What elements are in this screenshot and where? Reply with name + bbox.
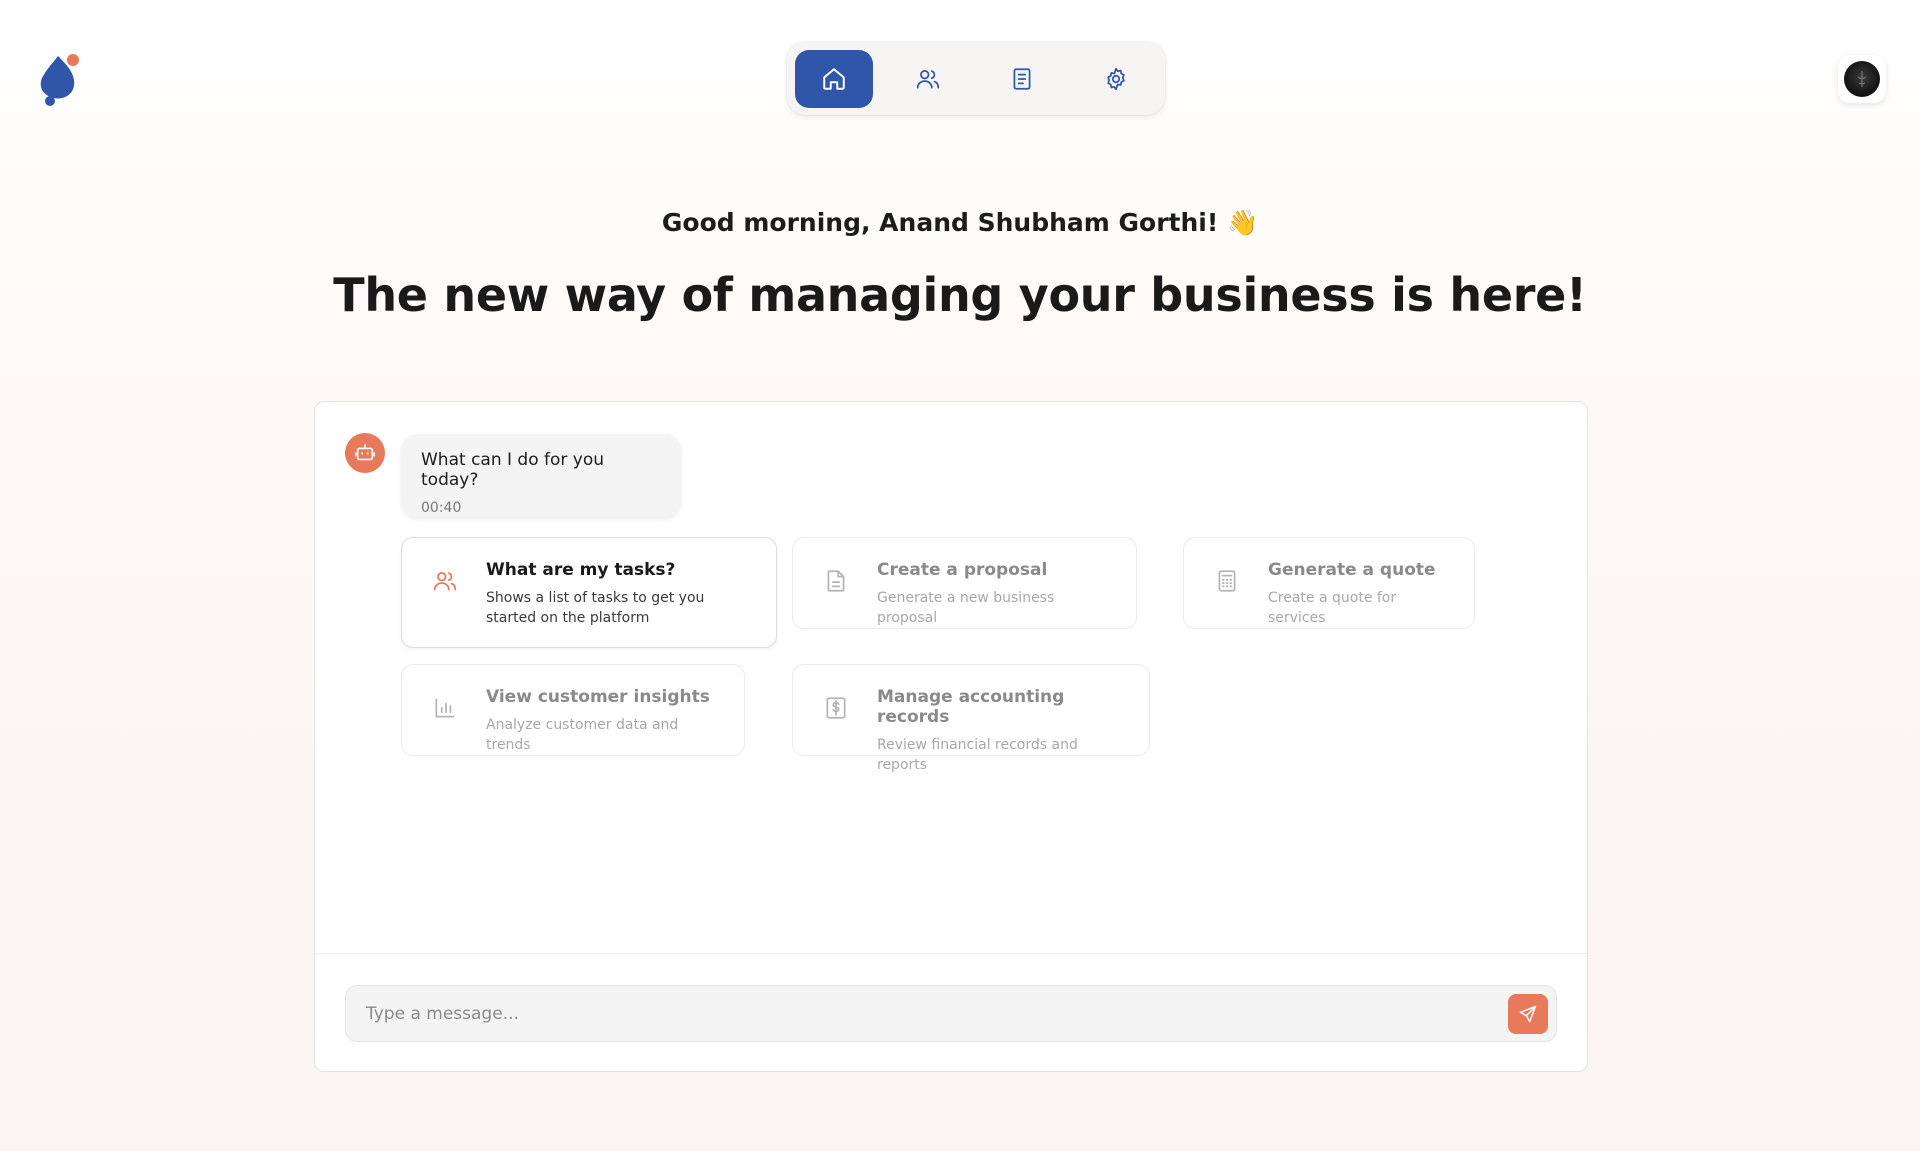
bot-message-bubble: What can I do for you today? 00:40 [401, 434, 681, 517]
home-icon [823, 67, 845, 90]
send-button[interactable] [1508, 994, 1548, 1034]
suggestion-desc: Generate a new business proposal [877, 590, 1055, 626]
suggestion-card-quote[interactable]: Generate a quote Create a quote for serv… [1183, 537, 1475, 629]
suggestion-title: Create a proposal [877, 560, 1048, 580]
bot-message-text: What can I do for you today? [421, 450, 605, 490]
composer-divider [315, 953, 1587, 954]
receipt-icon [1013, 67, 1031, 90]
suggestion-card-proposal[interactable]: Create a proposal Generate a new busines… [792, 537, 1137, 629]
message-composer [345, 985, 1557, 1042]
nav-home-button[interactable] [795, 49, 873, 108]
message-input[interactable] [366, 986, 1496, 1041]
user-avatar-button[interactable] [1838, 55, 1886, 103]
suggestion-desc: Analyze customer data and trends [486, 717, 679, 753]
nav-customers-button[interactable] [889, 50, 967, 108]
greeting-text: Good morning, Anand Shubham Gorthi! 👋 [661, 208, 1259, 237]
app-logo-icon[interactable] [36, 52, 82, 108]
suggestion-desc: Create a quote for services [1268, 590, 1397, 626]
suggestion-title: View customer insights [486, 687, 710, 707]
bot-message-time: 00:40 [421, 500, 462, 516]
nav-settings-button[interactable] [1077, 50, 1155, 108]
users-icon [433, 572, 457, 591]
users-icon [916, 69, 940, 89]
bot-avatar [345, 433, 385, 473]
suggestion-desc: Shows a list of tasks to get you started… [486, 590, 705, 626]
suggestion-title: Generate a quote [1268, 560, 1436, 580]
chat-panel: What can I do for you today? 00:40 What … [314, 401, 1588, 1072]
gear-icon [1107, 67, 1125, 90]
bar-chart-icon [435, 698, 455, 718]
top-nav [787, 42, 1165, 115]
suggestion-card-insights[interactable]: View customer insights Analyze customer … [401, 664, 745, 756]
page-headline: The new way of managing your business is… [333, 268, 1587, 322]
nav-invoices-button[interactable] [983, 50, 1061, 108]
send-icon [1519, 1005, 1537, 1023]
suggestion-desc: Review financial records and reports [877, 737, 1078, 773]
suggestion-card-tasks[interactable]: What are my tasks? Shows a list of tasks… [401, 537, 777, 648]
suggestion-title: Manage accounting records [877, 687, 1065, 727]
suggestion-card-accounting[interactable]: Manage accounting records Review financi… [792, 664, 1150, 773]
document-icon [827, 570, 845, 592]
calculator-icon [1218, 570, 1236, 592]
dollar-receipt-icon [826, 697, 846, 719]
robot-icon [355, 443, 375, 461]
suggestion-title: What are my tasks? [486, 560, 676, 580]
user-avatar [1844, 61, 1880, 97]
